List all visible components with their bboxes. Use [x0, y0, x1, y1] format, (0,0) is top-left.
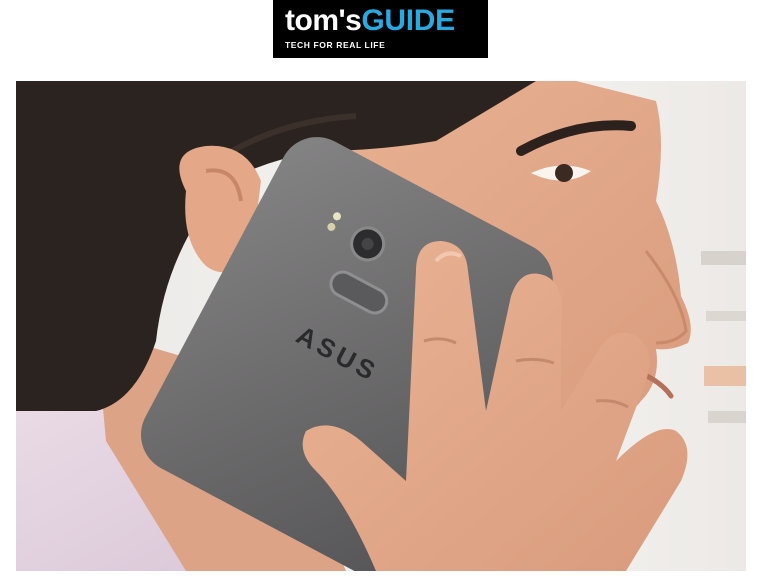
- logo-tagline: TECH FOR REAL LIFE: [285, 40, 386, 50]
- logo-brand-part1: tom's: [285, 4, 362, 37]
- logo-brand-part2: GUIDE: [361, 4, 455, 37]
- logo-wordmark: tom'sGUIDE: [285, 6, 478, 36]
- article-photo: ASUS: [16, 81, 746, 571]
- toms-guide-logo: tom'sGUIDE TECH FOR REAL LIFE: [273, 0, 488, 58]
- man-on-phone-illustration: ASUS: [16, 81, 746, 571]
